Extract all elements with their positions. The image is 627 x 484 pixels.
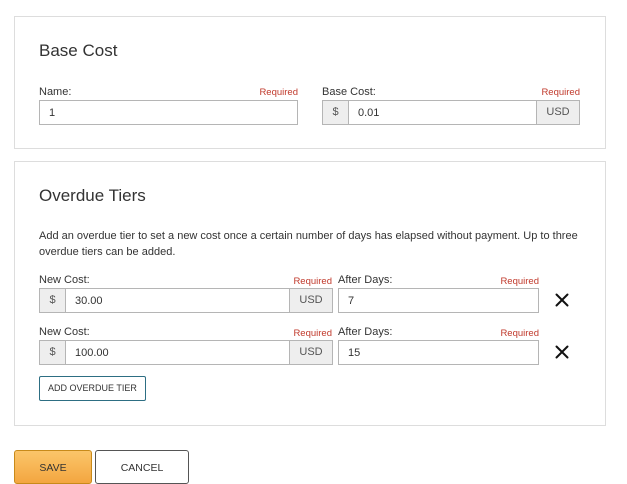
new-cost-input[interactable] [65, 340, 290, 365]
after-days-required-indicator: Required [500, 276, 539, 287]
overdue-tiers-description: Add an overdue tier to set a new cost on… [39, 230, 578, 258]
new-cost-required-indicator: Required [293, 328, 332, 339]
overdue-tiers-title: Overdue Tiers [39, 186, 146, 205]
name-label: Name: [39, 86, 72, 98]
name-input[interactable] [39, 100, 298, 125]
after-days-label: After Days: [338, 326, 393, 338]
close-icon[interactable] [555, 345, 571, 361]
close-icon[interactable] [555, 293, 571, 309]
currency-suffix: USD [536, 100, 580, 125]
currency-suffix: USD [289, 340, 333, 365]
new-cost-label: New Cost: [39, 274, 90, 286]
after-days-input[interactable] [338, 340, 539, 365]
new-cost-required-indicator: Required [293, 276, 332, 287]
base-cost-input[interactable] [348, 100, 537, 125]
base-cost-panel: Base Cost Name: Required Base Cost: Requ… [14, 16, 606, 149]
currency-prefix: $ [322, 100, 349, 125]
base-cost-required-indicator: Required [541, 87, 580, 98]
new-cost-input[interactable] [65, 288, 290, 313]
after-days-label: After Days: [338, 274, 393, 286]
base-cost-title: Base Cost [39, 41, 118, 60]
name-required-indicator: Required [259, 87, 298, 98]
currency-prefix: $ [39, 288, 66, 313]
currency-suffix: USD [289, 288, 333, 313]
base-cost-label: Base Cost: [322, 86, 376, 98]
add-overdue-tier-button[interactable]: ADD OVERDUE TIER [39, 376, 146, 401]
overdue-tiers-panel: Overdue Tiers Add an overdue tier to set… [14, 161, 606, 426]
cancel-button[interactable]: CANCEL [95, 450, 189, 484]
save-button[interactable]: SAVE [14, 450, 92, 484]
new-cost-label: New Cost: [39, 326, 90, 338]
currency-prefix: $ [39, 340, 66, 365]
after-days-input[interactable] [338, 288, 539, 313]
after-days-required-indicator: Required [500, 328, 539, 339]
